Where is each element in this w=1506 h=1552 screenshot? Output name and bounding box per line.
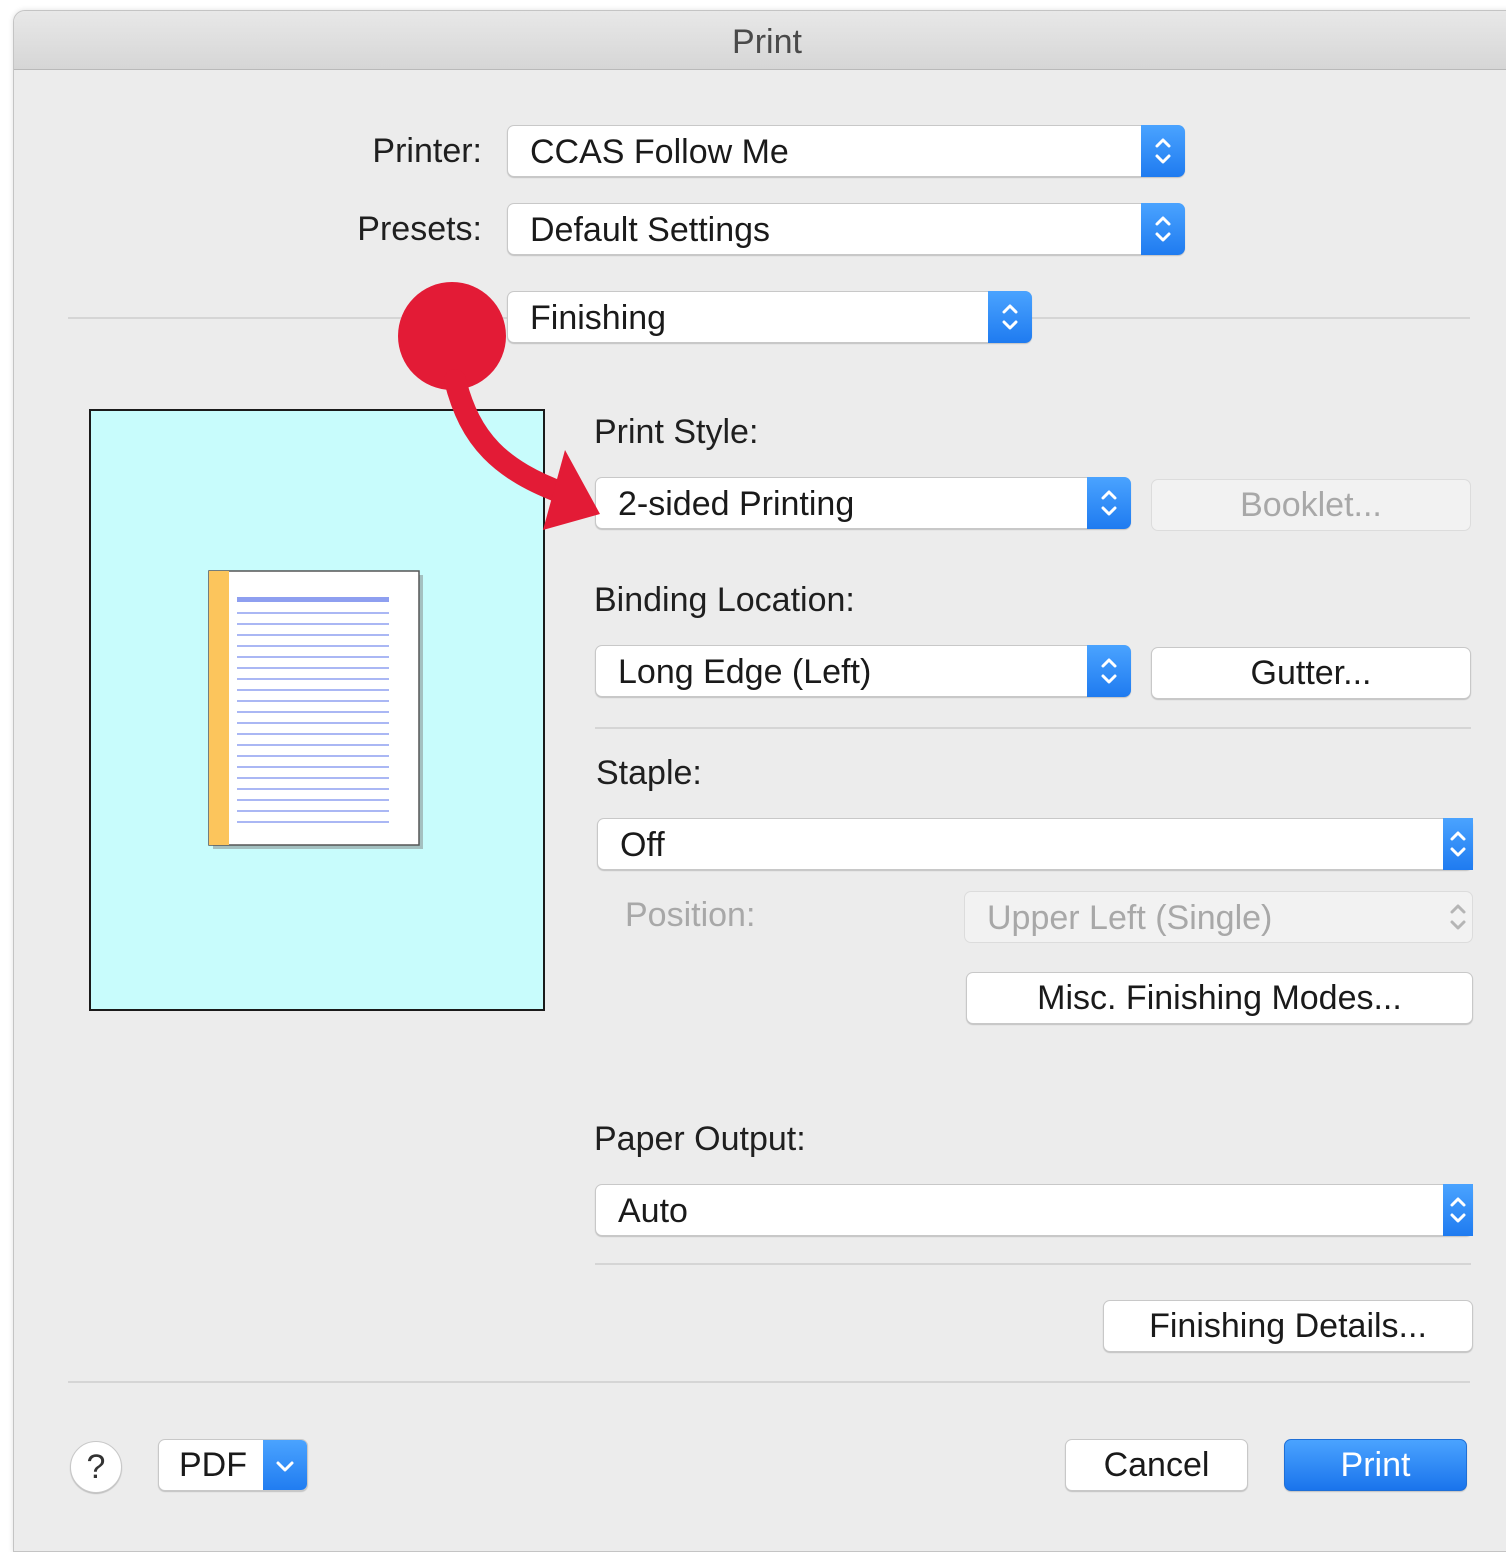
paper-output-popup[interactable]: Auto <box>595 1184 1473 1236</box>
panel-value: Finishing <box>530 299 667 337</box>
up-down-chevron-icon <box>1087 477 1131 529</box>
print-style-popup[interactable]: 2-sided Printing <box>595 477 1131 529</box>
position-label: Position: <box>625 896 756 934</box>
document-preview-icon <box>208 570 423 849</box>
page-preview <box>89 409 545 1011</box>
binding-location-label: Binding Location: <box>594 581 855 619</box>
presets-value: Default Settings <box>530 211 771 249</box>
printer-popup[interactable]: CCAS Follow Me <box>507 125 1185 177</box>
title-bar: Print <box>14 11 1506 70</box>
panel-popup[interactable]: Finishing <box>507 291 1032 343</box>
print-dialog: Print Printer: CCAS Follow Me Presets: D… <box>13 10 1506 1552</box>
up-down-chevron-icon <box>1141 203 1185 255</box>
print-style-label: Print Style: <box>594 413 759 451</box>
printer-label: Printer: <box>372 132 482 170</box>
paper-output-label: Paper Output: <box>594 1120 806 1158</box>
misc-finishing-modes-button[interactable]: Misc. Finishing Modes... <box>966 972 1473 1024</box>
binding-location-value: Long Edge (Left) <box>618 653 872 691</box>
position-popup[interactable]: Upper Left (Single) <box>964 891 1473 943</box>
gutter-button[interactable]: Gutter... <box>1151 647 1471 699</box>
up-down-chevron-icon <box>1443 818 1473 870</box>
up-down-chevron-icon <box>1087 645 1131 697</box>
up-down-chevron-icon <box>988 291 1032 343</box>
pdf-label: PDF <box>179 1446 247 1484</box>
staple-value: Off <box>620 826 665 864</box>
up-down-chevron-icon <box>1443 1184 1473 1236</box>
up-down-chevron-icon <box>1141 125 1185 177</box>
cancel-button[interactable]: Cancel <box>1065 1439 1248 1491</box>
print-button[interactable]: Print <box>1284 1439 1467 1491</box>
presets-popup[interactable]: Default Settings <box>507 203 1185 255</box>
help-button[interactable]: ? <box>70 1441 122 1493</box>
position-value: Upper Left (Single) <box>987 899 1273 937</box>
finishing-details-button[interactable]: Finishing Details... <box>1103 1300 1473 1352</box>
presets-label: Presets: <box>357 210 482 248</box>
output-separator <box>595 1263 1471 1265</box>
printer-value: CCAS Follow Me <box>530 133 789 171</box>
paper-output-value: Auto <box>618 1192 688 1230</box>
staple-separator <box>595 727 1471 729</box>
booklet-button[interactable]: Booklet... <box>1151 479 1471 531</box>
window-title: Print <box>732 23 802 61</box>
chevron-down-icon <box>263 1440 307 1490</box>
footer-separator <box>68 1381 1470 1383</box>
up-down-chevron-icon <box>1443 891 1473 943</box>
pdf-menu-button[interactable]: PDF <box>158 1439 308 1491</box>
print-style-value: 2-sided Printing <box>618 485 855 523</box>
staple-label: Staple: <box>596 754 702 792</box>
staple-popup[interactable]: Off <box>597 818 1473 870</box>
binding-location-popup[interactable]: Long Edge (Left) <box>595 645 1131 697</box>
